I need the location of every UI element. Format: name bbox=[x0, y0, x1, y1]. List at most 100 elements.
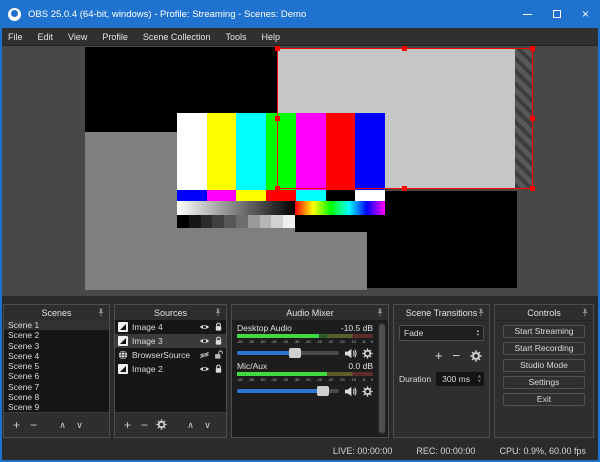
scene-list-item[interactable]: Scene 1 bbox=[4, 320, 109, 331]
mixer-scrollbar-thumb[interactable] bbox=[379, 324, 385, 433]
visibility-eye-off-icon[interactable] bbox=[199, 351, 210, 359]
visibility-eye-icon[interactable] bbox=[199, 337, 210, 345]
mixer-channel-mic-aux: Mic/Aux 0.0 dB -60 -55 -50 -45 -40 -35 -30 -25-… bbox=[237, 361, 373, 397]
resize-handle-bottom-middle[interactable] bbox=[402, 186, 407, 191]
menu-item-view[interactable]: View bbox=[68, 32, 87, 42]
visibility-eye-icon[interactable] bbox=[199, 323, 210, 331]
move-source-down-button[interactable]: ∨ bbox=[201, 420, 214, 431]
maximize-button[interactable] bbox=[542, 0, 571, 28]
source-list[interactable]: Image 4 Image 3 BrowserSource Image 2 bbox=[115, 320, 226, 414]
lock-icon[interactable] bbox=[214, 322, 223, 332]
controls-dock-header[interactable]: Controls bbox=[495, 305, 593, 321]
scene-list-item[interactable]: Scene 7 bbox=[4, 382, 109, 392]
color-segment bbox=[236, 190, 267, 201]
menu-item-tools[interactable]: Tools bbox=[225, 32, 246, 42]
menu-item-help[interactable]: Help bbox=[261, 32, 280, 42]
preview-source-black-rect-2[interactable] bbox=[367, 191, 517, 288]
mixer-scrollbar[interactable] bbox=[378, 322, 386, 435]
start-streaming-button[interactable]: Start Streaming bbox=[503, 325, 585, 338]
resize-handle-bottom-left[interactable] bbox=[275, 186, 280, 191]
channel-settings-gear-icon[interactable] bbox=[362, 348, 373, 359]
exit-button[interactable]: Exit bbox=[503, 393, 585, 406]
tick-label: -30 bbox=[304, 339, 311, 344]
settings-button[interactable]: Settings bbox=[503, 376, 585, 389]
spinbox-arrows-icon[interactable]: ∧ ∨ bbox=[478, 374, 481, 384]
image-source-icon bbox=[118, 364, 128, 374]
remove-scene-button[interactable]: − bbox=[27, 419, 40, 431]
lock-icon[interactable] bbox=[214, 336, 223, 346]
test-pattern-row2 bbox=[177, 190, 386, 201]
resize-handle-top-middle[interactable] bbox=[402, 46, 407, 51]
add-scene-button[interactable]: + bbox=[10, 419, 23, 431]
duration-spinbox[interactable]: 300 ms ∧ ∨ bbox=[436, 372, 484, 386]
tick-label: -30 bbox=[304, 377, 311, 382]
speaker-icon[interactable] bbox=[344, 386, 357, 397]
source-selection-box[interactable] bbox=[275, 46, 535, 191]
speaker-icon[interactable] bbox=[344, 348, 357, 359]
transition-properties-gear-icon[interactable] bbox=[470, 350, 482, 362]
live-timer: LIVE: 00:00:00 bbox=[332, 446, 393, 456]
close-button[interactable]: × bbox=[571, 0, 600, 28]
pin-icon[interactable] bbox=[477, 308, 485, 317]
volume-meter bbox=[237, 334, 373, 338]
transition-select[interactable]: Fade ▴ ▾ bbox=[399, 325, 484, 341]
combo-spinner-icon[interactable]: ▴ ▾ bbox=[477, 328, 479, 338]
source-row-browsersource[interactable]: BrowserSource bbox=[115, 348, 226, 362]
resize-handle-top-right[interactable] bbox=[530, 46, 535, 51]
move-scene-up-button[interactable]: ∧ bbox=[56, 420, 69, 431]
volume-slider[interactable] bbox=[237, 386, 339, 396]
lock-open-icon[interactable] bbox=[214, 350, 223, 360]
remove-source-button[interactable]: − bbox=[138, 419, 151, 431]
gray-step bbox=[188, 215, 201, 228]
menu-bar: File Edit View Profile Scene Collection … bbox=[0, 28, 600, 46]
move-source-up-button[interactable]: ∧ bbox=[184, 420, 197, 431]
source-row-image3[interactable]: Image 3 bbox=[115, 334, 226, 348]
audio-mixer-dock-header[interactable]: Audio Mixer bbox=[232, 305, 388, 321]
preview-canvas[interactable] bbox=[2, 46, 598, 296]
remove-transition-button[interactable]: − bbox=[452, 348, 460, 363]
source-row-image2[interactable]: Image 2 bbox=[115, 362, 226, 376]
channel-settings-gear-icon[interactable] bbox=[362, 386, 373, 397]
move-scene-down-button[interactable]: ∨ bbox=[73, 420, 86, 431]
scene-list-item[interactable]: Scene 6 bbox=[4, 371, 109, 381]
studio-mode-button[interactable]: Studio Mode bbox=[503, 359, 585, 372]
add-transition-button[interactable]: + bbox=[435, 348, 443, 363]
start-recording-button[interactable]: Start Recording bbox=[503, 342, 585, 355]
tick-label: 0 bbox=[370, 339, 373, 344]
scene-list-item[interactable]: Scene 8 bbox=[4, 392, 109, 402]
menu-item-profile[interactable]: Profile bbox=[102, 32, 128, 42]
lock-icon[interactable] bbox=[214, 364, 223, 374]
pin-icon[interactable] bbox=[376, 308, 384, 317]
scene-list-item[interactable]: Scene 2 bbox=[4, 330, 109, 340]
menu-item-scene-collection[interactable]: Scene Collection bbox=[143, 32, 211, 42]
volume-slider-handle[interactable] bbox=[289, 348, 302, 358]
volume-slider[interactable] bbox=[237, 348, 339, 358]
scene-list-item[interactable]: Scene 3 bbox=[4, 341, 109, 351]
source-properties-gear-icon[interactable] bbox=[155, 419, 168, 432]
resize-handle-middle-right[interactable] bbox=[530, 115, 535, 121]
scenes-dock-title: Scenes bbox=[41, 307, 72, 318]
tick-label: -35 bbox=[293, 339, 300, 344]
test-pattern-gradients bbox=[177, 201, 385, 215]
source-row-image4[interactable]: Image 4 bbox=[115, 320, 226, 334]
pin-icon[interactable] bbox=[97, 308, 105, 317]
visibility-eye-icon[interactable] bbox=[199, 365, 210, 373]
scene-list[interactable]: Scene 1 Scene 2 Scene 3 Scene 4 Scene 5 Scene… bbox=[4, 320, 109, 414]
scenes-dock-header[interactable]: Scenes bbox=[4, 305, 109, 321]
pin-icon[interactable] bbox=[581, 308, 589, 317]
minimize-button[interactable] bbox=[513, 0, 542, 28]
scene-transitions-dock-header[interactable]: Scene Transitions bbox=[394, 305, 489, 321]
resize-handle-middle-left[interactable] bbox=[275, 115, 280, 121]
title-bar[interactable]: OBS 25.0.4 (64-bit, windows) - Profile: … bbox=[0, 0, 600, 28]
pin-icon[interactable] bbox=[214, 308, 222, 317]
resize-handle-top-left[interactable] bbox=[275, 46, 280, 51]
menu-item-edit[interactable]: Edit bbox=[38, 32, 54, 42]
obs-window: OBS 25.0.4 (64-bit, windows) - Profile: … bbox=[0, 0, 600, 462]
scene-list-item[interactable]: Scene 4 bbox=[4, 351, 109, 361]
resize-handle-bottom-right[interactable] bbox=[530, 186, 535, 191]
scene-list-item[interactable]: Scene 5 bbox=[4, 361, 109, 371]
add-source-button[interactable]: + bbox=[121, 419, 134, 431]
sources-dock-header[interactable]: Sources bbox=[115, 305, 226, 321]
volume-slider-handle[interactable] bbox=[316, 386, 329, 396]
menu-item-file[interactable]: File bbox=[8, 32, 23, 42]
